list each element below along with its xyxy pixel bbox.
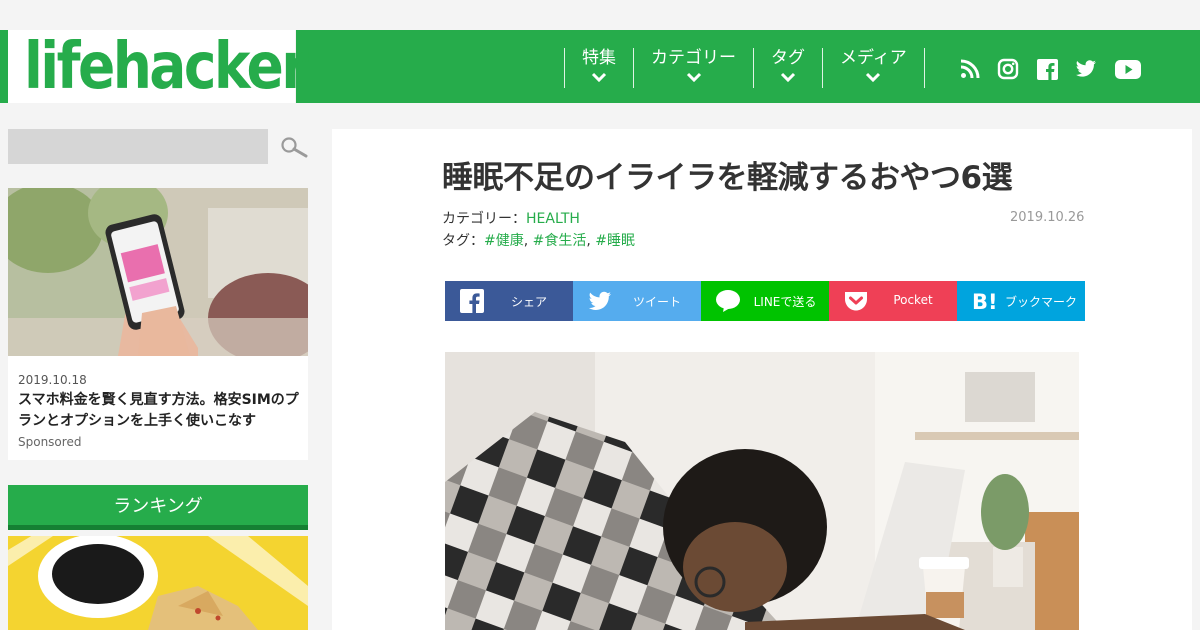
rss-icon[interactable] — [958, 58, 982, 80]
logo-container[interactable]: lifehacker — [0, 30, 308, 103]
promo-date: 2019.10.18 — [18, 373, 87, 387]
article-title: 睡眠不足のイライラを軽減するおやつ6選 — [442, 160, 1013, 196]
ranking-title: ランキング — [113, 496, 203, 517]
hatena-bookmark-button[interactable]: B! ブックマーク — [957, 281, 1085, 321]
facebook-icon — [460, 289, 484, 313]
article-category-line: カテゴリー：HEALTH — [442, 208, 580, 228]
tags-label: タグ： — [442, 233, 484, 249]
nav-item-category[interactable]: カテゴリー — [633, 48, 753, 88]
chevron-down-icon — [866, 72, 881, 82]
twitter-icon — [588, 291, 611, 310]
pocket-share-button[interactable]: Pocket — [829, 281, 957, 321]
tag-link[interactable]: #食生活 — [533, 233, 587, 249]
twitter-share-button[interactable]: ツイート — [573, 281, 701, 321]
category-link[interactable]: HEALTH — [526, 211, 580, 227]
article-tags-line: タグ：#健康, #食生活, #睡眠 — [442, 233, 636, 249]
nav-label: メディア — [840, 48, 907, 68]
pocket-icon — [845, 292, 867, 311]
youtube-icon[interactable] — [1114, 58, 1142, 80]
promo-title[interactable]: スマホ料金を賢く見直す方法。格安SIMのプランとオプションを上手く使いこなす — [18, 390, 303, 432]
facebook-icon[interactable] — [1035, 58, 1059, 80]
share-label: Pocket — [893, 293, 933, 307]
chevron-down-icon — [686, 72, 701, 82]
search-input[interactable] — [8, 129, 268, 164]
facebook-share-button[interactable]: シェア — [445, 281, 573, 321]
chevron-down-icon — [591, 72, 607, 82]
site-logo[interactable]: lifehacker — [24, 32, 308, 102]
ranking-item-image[interactable] — [8, 536, 308, 630]
tag-link[interactable]: #健康 — [484, 233, 524, 249]
nav-label: カテゴリー — [651, 48, 736, 68]
nav-item-media[interactable]: メディア — [822, 48, 925, 88]
tag-link[interactable]: #睡眠 — [595, 233, 635, 249]
hatena-bookmark-icon: B! — [972, 290, 997, 313]
article-hero-image — [445, 352, 1079, 630]
promo-image[interactable] — [8, 188, 308, 356]
search-icon[interactable] — [280, 136, 308, 158]
nav-label: 特集 — [582, 48, 616, 68]
share-label: LINEで送る — [753, 295, 817, 309]
sponsored-article-card[interactable]: 2019.10.18 スマホ料金を賢く見直す方法。格安SIMのプランとオプション… — [8, 188, 308, 460]
category-label: カテゴリー： — [442, 211, 526, 227]
ranking-header: ランキング — [8, 485, 308, 530]
share-label: ツイート — [632, 295, 681, 309]
main-nav: 特集 カテゴリー タグ メディア — [564, 48, 925, 88]
share-bar: シェア ツイート LINEで送る Pocket B! ブックマーク — [445, 281, 1085, 321]
svg-text:B!: B! — [972, 290, 997, 313]
article-date: 2019.10.26 — [1010, 210, 1085, 225]
sponsored-label: Sponsored — [18, 435, 82, 449]
nav-item-features[interactable]: 特集 — [564, 48, 633, 88]
line-icon — [716, 290, 740, 312]
line-share-button[interactable]: LINEで送る — [701, 281, 829, 321]
chevron-down-icon — [780, 72, 796, 82]
twitter-icon[interactable] — [1074, 58, 1098, 80]
instagram-icon[interactable] — [996, 58, 1020, 80]
nav-item-tag[interactable]: タグ — [753, 48, 822, 88]
share-label: シェア — [510, 295, 547, 309]
share-label: ブックマーク — [1004, 295, 1077, 309]
nav-label: タグ — [771, 48, 805, 68]
